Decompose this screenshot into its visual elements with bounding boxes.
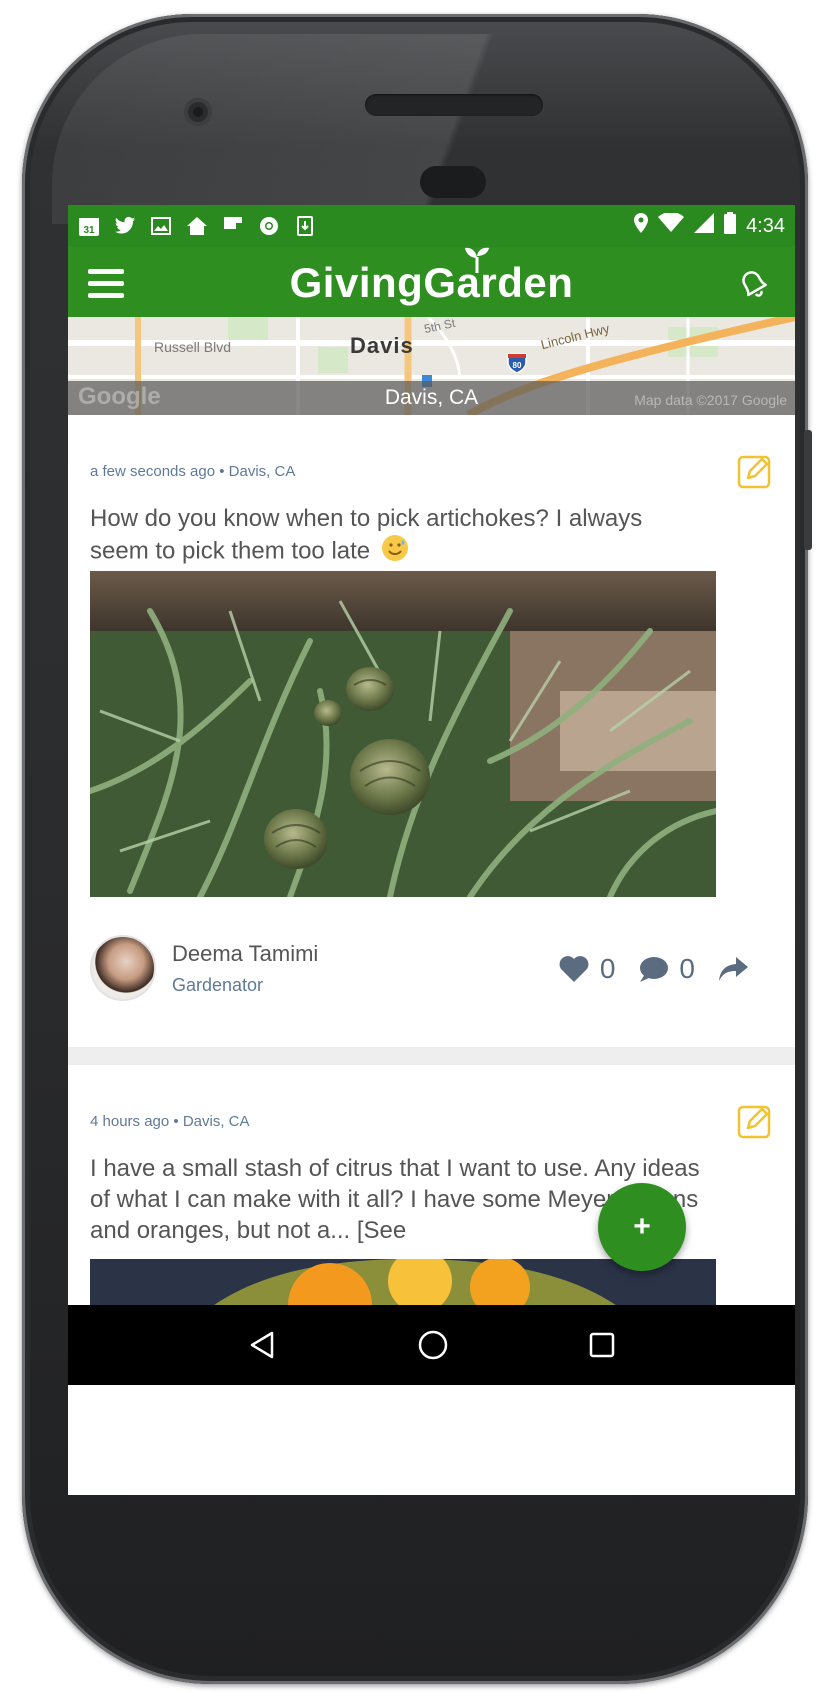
city-label: Davis [350,333,414,358]
comment-count: 0 [679,953,695,984]
recents-icon[interactable] [588,1331,616,1359]
like-button[interactable]: 0 [558,953,616,985]
status-bar: 31 4:34 [68,205,795,247]
signal-icon [694,213,715,239]
wifi-icon [658,211,685,239]
add-label: + [633,1210,651,1243]
post-card[interactable]: a few seconds ago • Davis, CA How do you… [68,415,795,1047]
interstate-shield-icon: 80 [506,351,528,374]
earpiece-speaker [365,94,543,116]
like-count: 0 [599,953,616,984]
sweat-smile-emoji-icon [381,534,409,570]
calendar-day: 31 [83,225,95,236]
post-meta: 4 hours ago • Davis, CA [90,1113,250,1130]
download-icon [294,215,316,237]
post-meta: a few seconds ago • Davis, CA [90,463,296,480]
google-logo: Google [78,383,161,410]
proximity-sensor [420,166,486,198]
interstate-number: 80 [513,361,522,370]
back-icon[interactable] [248,1330,278,1360]
system-status: 4:34 [634,211,785,240]
app-title: GivingGarden [289,259,574,306]
map-credit: Map data ©2017 Google [634,392,787,408]
edit-button[interactable] [737,453,773,489]
location-map[interactable]: Russell Blvd Davis 5th St Lincoln Hwy 80… [68,317,795,415]
phone-screen: 31 4:34 GivingGarden Russell Blvd Davis … [68,205,795,1495]
home-button-icon[interactable] [417,1329,449,1361]
notifications-button[interactable] [733,263,773,303]
post-author[interactable]: Deema Tamimi Gardenator [90,935,318,1001]
home-icon [186,215,208,237]
post-actions: 0 0 [558,953,749,985]
app-bar: GivingGarden [68,247,795,317]
author-info: Deema Tamimi Gardenator [172,941,318,996]
flipboard-icon [222,215,244,237]
edit-icon [737,1105,771,1139]
share-button[interactable] [717,955,749,983]
location-icon [634,213,649,239]
twitter-icon [114,215,136,237]
avatar[interactable] [90,935,156,1001]
edit-button[interactable] [737,1103,773,1139]
location-label: Davis, CA [384,386,479,409]
edit-icon [737,455,771,489]
phone-glare [52,34,772,224]
clock: 4:34 [746,214,785,237]
comment-icon [640,957,669,982]
calendar-icon: 31 [78,215,100,237]
author-role: Gardenator [172,974,264,995]
power-button [804,430,812,550]
post-feed: a few seconds ago • Davis, CA How do you… [68,415,795,1393]
chrome-icon [258,215,280,237]
artichoke-photo[interactable] [87,571,719,900]
front-camera [184,98,212,126]
image-icon [150,215,172,237]
street-label: Russell Blvd [154,339,232,355]
sprout-icon [465,247,489,273]
author-name[interactable]: Deema Tamimi [172,941,318,967]
comment-button[interactable]: 0 [637,953,695,985]
system-nav-bar [68,1305,795,1385]
bell-icon [742,271,767,297]
post-body: How do you know when to pick artichokes?… [90,505,643,565]
post-divider [68,1047,795,1065]
battery-icon [724,212,737,240]
add-post-button[interactable]: + [598,1183,686,1271]
share-icon [719,957,748,981]
artichoke-image [87,571,719,900]
heart-icon [559,956,589,982]
post-text: How do you know when to pick artichokes?… [90,503,700,570]
notification-icons: 31 [78,215,316,237]
